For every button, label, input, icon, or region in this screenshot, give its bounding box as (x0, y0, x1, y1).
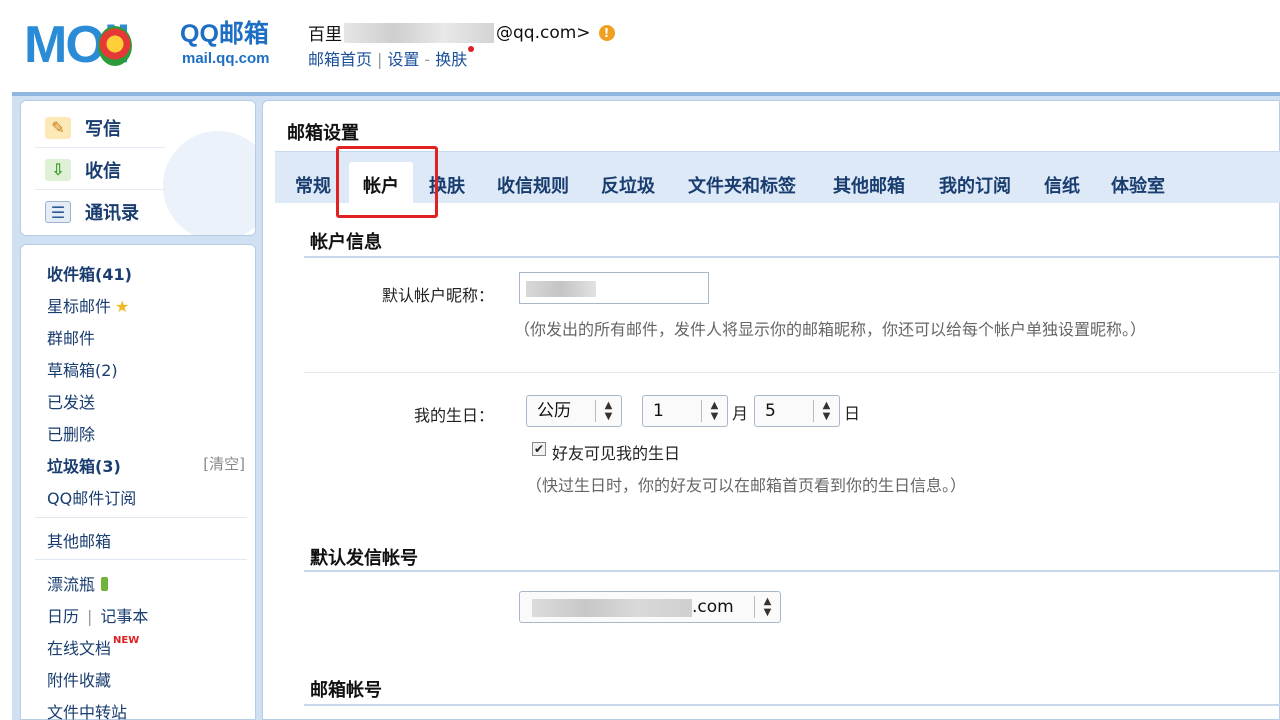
clear-spam-link[interactable]: [清空] (203, 453, 245, 474)
friends-visible-checkbox[interactable]: ✔ (532, 442, 546, 456)
user-name: 百里 (308, 25, 342, 45)
link-settings[interactable]: 设置 (387, 50, 419, 69)
divider (35, 517, 247, 518)
folder-sent[interactable]: 已发送 (47, 389, 95, 413)
logo-domain: mail.qq.com (182, 50, 270, 67)
redacted-email (344, 22, 494, 43)
user-account-line: 百里 @qq.com> ! (308, 20, 615, 45)
highlight-box (336, 146, 438, 218)
sidebar-folder-list: 收件箱(41) 星标邮件 ★ 群邮件 草稿箱(2) 已发送 已删除 垃圾箱(3) … (20, 244, 256, 720)
stepper-arrows-icon: ▲ ▼ (595, 400, 621, 422)
tab-general[interactable]: 常规 (295, 172, 331, 198)
file-transfer-link[interactable]: 文件中转站 (47, 699, 127, 720)
bottle-icon (101, 577, 109, 591)
section-default-sender-title: 默认发信帐号 (310, 548, 418, 569)
qq-mail-logo[interactable]: MOil QQ邮箱 mail.qq.com (24, 18, 284, 72)
folder-starred[interactable]: 星标邮件 ★ (47, 293, 129, 317)
day-unit: 日 (844, 404, 861, 423)
tab-folders-labels[interactable]: 文件夹和标签 (688, 172, 796, 198)
calendar-type-select[interactable]: 公历 ▲ ▼ (526, 395, 622, 427)
online-docs-link[interactable]: 在线文档 NEW (47, 635, 139, 659)
birthday-day-select[interactable]: 5 ▲ ▼ (754, 395, 840, 427)
other-mailbox-link[interactable]: 其他邮箱 (47, 528, 111, 552)
folder-subscriptions[interactable]: QQ邮件订阅 (47, 485, 136, 509)
contacts-label: 通讯录 (85, 203, 139, 224)
star-icon: ★ (115, 297, 130, 316)
tab-subscriptions[interactable]: 我的订阅 (939, 172, 1011, 198)
divider (35, 559, 247, 560)
divider (35, 147, 165, 148)
contacts-button[interactable]: ☰ 通讯录 (45, 199, 139, 225)
stepper-arrows-icon: ▲ ▼ (701, 400, 727, 422)
tab-mail-rules[interactable]: 收信规则 (497, 172, 569, 198)
section-account-info-title: 帐户信息 (310, 232, 382, 253)
tab-other-mailbox[interactable]: 其他邮箱 (833, 172, 905, 198)
write-label: 写信 (85, 119, 121, 140)
header-nav: 邮箱首页 | 设置 - 换肤 (308, 46, 475, 70)
notebook-link[interactable]: 记事本 (100, 607, 148, 626)
notification-dot (468, 46, 475, 52)
logo-brand: QQ邮箱 (180, 20, 269, 48)
bell-icon (98, 26, 132, 66)
calendar-notebook-links: 日历 | 记事本 (47, 607, 149, 626)
nickname-input[interactable] (519, 272, 709, 304)
inbox-download-icon: ⇩ (45, 159, 71, 181)
link-skin[interactable]: 换肤 (435, 50, 467, 69)
friends-visible-label[interactable]: 好友可见我的生日 (552, 440, 680, 464)
calendar-link[interactable]: 日历 (47, 607, 79, 626)
page-title: 邮箱设置 (287, 123, 359, 144)
user-email-suffix: @qq.com> (496, 22, 591, 43)
tab-anti-spam[interactable]: 反垃圾 (601, 172, 655, 198)
section-divider (304, 704, 1280, 706)
folder-deleted[interactable]: 已删除 (47, 421, 95, 445)
penguin-decoration-icon (163, 131, 255, 235)
folder-drafts[interactable]: 草稿箱(2) (47, 357, 118, 381)
sidebar-actions: ✎ 写信 ⇩ 收信 ☰ 通讯录 (20, 100, 256, 236)
new-badge: NEW (113, 635, 140, 646)
section-divider (304, 570, 1280, 572)
receive-label: 收信 (85, 161, 121, 182)
folder-group[interactable]: 群邮件 (47, 325, 95, 349)
drift-bottle-link[interactable]: 漂流瓶 (47, 571, 109, 595)
birthday-label: 我的生日： (414, 406, 495, 425)
tab-stationery[interactable]: 信纸 (1044, 172, 1080, 198)
warning-icon[interactable]: ! (598, 24, 615, 41)
tab-lab[interactable]: 体验室 (1111, 172, 1165, 198)
section-mailbox-account-title: 邮箱帐号 (310, 680, 382, 701)
section-divider (304, 256, 1280, 258)
nickname-label: 默认帐户昵称： (382, 286, 495, 305)
stepper-arrows-icon: ▲ ▼ (813, 400, 839, 422)
birthday-hint: （快过生日时，你的好友可以在邮箱首页看到你的生日信息。） (526, 476, 967, 495)
contact-card-icon: ☰ (45, 201, 71, 223)
redacted-account (532, 599, 692, 617)
pencil-icon: ✎ (45, 117, 71, 139)
write-button[interactable]: ✎ 写信 (45, 115, 121, 141)
receive-button[interactable]: ⇩ 收信 (45, 157, 121, 183)
folder-inbox[interactable]: 收件箱(41) (47, 261, 132, 285)
attachments-link[interactable]: 附件收藏 (47, 667, 111, 691)
stepper-arrows-icon: ▲ ▼ (754, 596, 780, 618)
divider (35, 189, 165, 190)
divider (304, 372, 1280, 373)
header: MOil QQ邮箱 mail.qq.com 百里 @qq.com> ! 邮箱首页… (0, 0, 1280, 92)
nickname-hint: （你发出的所有邮件，发件人将显示你的邮箱昵称，你还可以给每个帐户单独设置昵称。） (514, 320, 1147, 339)
link-mail-home[interactable]: 邮箱首页 (308, 50, 372, 69)
default-sender-select[interactable]: .com ▲ ▼ (519, 591, 781, 623)
folder-spam[interactable]: 垃圾箱(3) (47, 453, 121, 477)
birthday-month-select[interactable]: 1 ▲ ▼ (642, 395, 728, 427)
month-unit: 月 (732, 404, 749, 423)
redacted-nickname (526, 281, 596, 297)
